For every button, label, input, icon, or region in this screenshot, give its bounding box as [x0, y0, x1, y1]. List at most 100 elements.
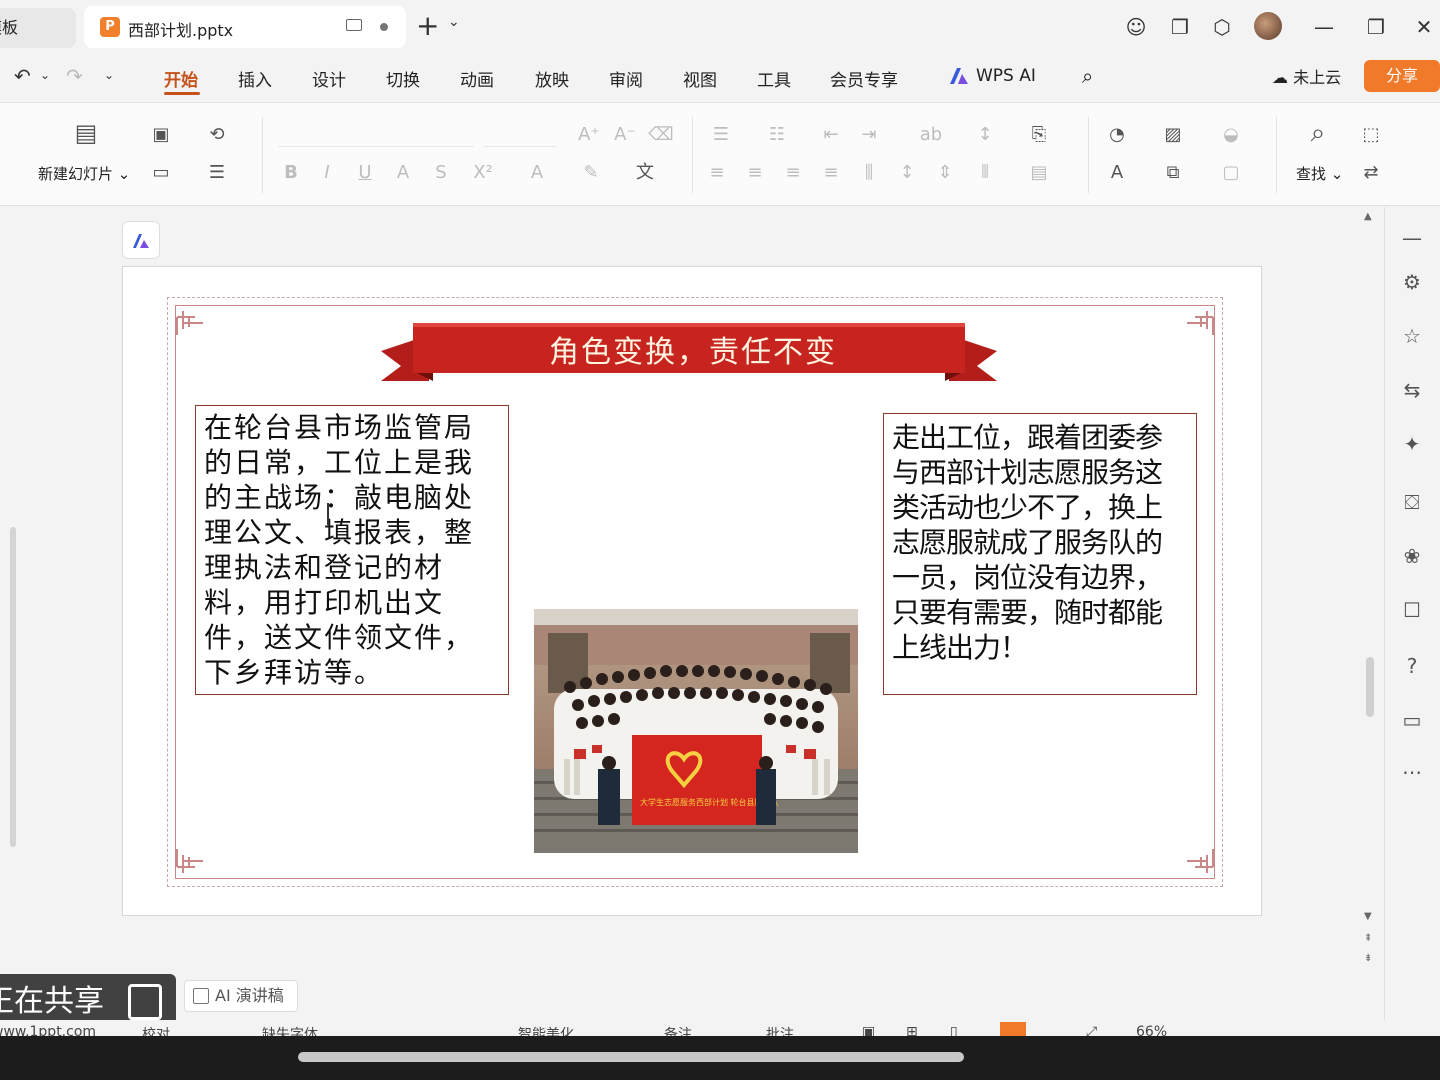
justify-icon[interactable]: ≡ — [818, 161, 844, 185]
sort-icon[interactable]: ↕ — [972, 123, 998, 147]
layout-icon[interactable]: ▣ — [148, 123, 174, 147]
line-spacing-icon[interactable]: ↕ — [894, 161, 920, 185]
align-center-icon[interactable]: ≡ — [742, 161, 768, 185]
comments-button[interactable]: 批注 — [766, 1024, 794, 1036]
left-textbox[interactable]: 在轮台县市场监管局的日常，工位上是我的主战场：敲电脑处理公文、填报表，整理执法和… — [195, 405, 509, 695]
menu-member[interactable]: 会员专享 — [830, 66, 898, 91]
slide-title[interactable]: 角色变换，责任不变 — [413, 327, 973, 371]
shirt-icon[interactable]: ⛋ — [1399, 489, 1425, 515]
grid-view-icon[interactable]: ⊞ — [906, 1024, 918, 1036]
replace-icon[interactable]: ⇄ — [1358, 161, 1384, 185]
outline-icon[interactable]: ▢ — [1218, 161, 1244, 185]
tab-document[interactable]: P 西部计划.pptx — [84, 6, 406, 48]
restore-icon[interactable]: ❐ — [1362, 12, 1390, 42]
arrange-objects-icon[interactable]: ⧉ — [1160, 161, 1186, 185]
normal-view-icon[interactable]: ▣ — [862, 1024, 875, 1036]
undo-dropdown-icon[interactable]: ⌄ — [40, 68, 50, 82]
prev-slide-icon[interactable]: ⇞ — [1364, 933, 1372, 944]
chevron-down-icon[interactable]: ⌄ — [448, 14, 460, 30]
distribute-icon[interactable]: ⫼ — [856, 161, 882, 185]
brain-icon[interactable]: ❀ — [1399, 543, 1425, 569]
new-tab-button[interactable]: + — [416, 8, 439, 44]
phonetic-icon[interactable]: 文 — [632, 161, 658, 185]
menu-design[interactable]: 设计 — [312, 66, 346, 91]
more-icon[interactable]: ⋯ — [1399, 759, 1425, 785]
reading-view-icon[interactable]: ▯ — [950, 1024, 958, 1036]
ai-notes-button[interactable]: AI 演讲稿 — [184, 980, 298, 1012]
convert-icon[interactable]: ⎘ — [1026, 123, 1052, 147]
right-textbox[interactable]: 走出工位，跟着团委参与西部计划志愿服务这类活动也少不了，换上志愿服就成了服务队的… — [883, 413, 1197, 695]
scroll-down-icon[interactable]: ▼ — [1364, 911, 1372, 922]
font-size-select[interactable] — [484, 125, 556, 147]
text-direction-icon[interactable]: ab — [918, 123, 944, 147]
columns-icon[interactable]: ⫴ — [972, 161, 998, 185]
select-icon[interactable]: ⬚ — [1358, 123, 1384, 147]
decrease-font-icon[interactable]: A⁻ — [612, 123, 638, 147]
home-indicator[interactable] — [298, 1052, 964, 1062]
search-icon[interactable]: ⌕ — [1082, 64, 1093, 88]
tab-templates[interactable]: 模板 — [0, 8, 76, 48]
search-icon[interactable]: ⌕ — [1302, 120, 1334, 153]
proofread-button[interactable]: 校对 — [142, 1024, 170, 1036]
highlight-icon[interactable]: ✎ — [578, 161, 604, 185]
menu-insert[interactable]: 插入 — [238, 66, 272, 91]
align-right-icon[interactable]: ≡ — [780, 161, 806, 185]
collapse-icon[interactable]: — — [1399, 225, 1425, 251]
paragraph-spacing-icon[interactable]: ⇕ — [932, 161, 958, 185]
increase-font-icon[interactable]: A⁺ — [576, 123, 602, 147]
magic-wand-icon[interactable]: ✦ — [1399, 431, 1425, 457]
fill-icon[interactable]: ◒ — [1218, 123, 1244, 147]
reset-icon[interactable]: ⟲ — [204, 123, 230, 147]
textbox-icon[interactable]: A — [1104, 161, 1130, 185]
minimize-icon[interactable]: — — [1310, 12, 1338, 42]
share-button[interactable]: 分享 — [1364, 60, 1440, 92]
vertical-scrollbar[interactable] — [1366, 657, 1374, 717]
picture-icon[interactable]: ▨ — [1160, 123, 1186, 147]
text-box-align-icon[interactable]: ▤ — [1026, 161, 1052, 185]
clear-format-icon[interactable]: ⌫ — [648, 123, 674, 147]
fit-icon[interactable]: ⤢ — [1086, 1024, 1097, 1036]
indent-icon[interactable]: ⇥ — [856, 123, 882, 147]
transfer-icon[interactable]: ⇆ — [1399, 377, 1425, 403]
group-photo[interactable]: 大学生志愿服务西部计划 轮台县服务队 — [534, 609, 858, 853]
superscript-icon[interactable]: X² — [470, 161, 496, 185]
bold-icon[interactable]: B — [278, 161, 304, 185]
outdent-icon[interactable]: ⇤ — [818, 123, 844, 147]
menu-tools[interactable]: 工具 — [757, 66, 791, 91]
avatar[interactable] — [1254, 12, 1282, 40]
shadow-icon[interactable]: S — [428, 161, 454, 185]
window-icon[interactable]: ❐ — [1166, 12, 1194, 42]
new-slide-icon[interactable]: ▤ — [70, 121, 102, 153]
scroll-up-icon[interactable]: ▲ — [1364, 211, 1372, 222]
menu-view[interactable]: 视图 — [683, 66, 717, 91]
adjust-icon[interactable]: ⚙ — [1399, 269, 1425, 295]
section-icon[interactable]: ▭ — [148, 161, 174, 185]
arrange-icon[interactable]: ☰ — [204, 161, 230, 185]
align-left-icon[interactable]: ≡ — [704, 161, 730, 185]
shapes-icon[interactable]: ◔ — [1104, 123, 1130, 147]
menu-review[interactable]: 审阅 — [609, 66, 643, 91]
monitor-icon[interactable] — [346, 19, 362, 31]
italic-icon[interactable]: I — [314, 161, 340, 185]
help-icon[interactable]: ? — [1399, 653, 1425, 679]
star-icon[interactable]: ☆ — [1399, 323, 1425, 349]
zoom-level[interactable]: 66% — [1136, 1024, 1167, 1036]
thumbnail-scrollbar[interactable] — [10, 527, 16, 847]
font-color-icon[interactable]: A — [524, 161, 550, 185]
close-icon[interactable]: ✕ — [1410, 12, 1438, 42]
menu-animations[interactable]: 动画 — [460, 66, 494, 91]
menu-transitions[interactable]: 切换 — [386, 66, 420, 91]
font-family-select[interactable] — [278, 125, 474, 147]
play-button[interactable] — [1000, 1022, 1026, 1036]
bullets-icon[interactable]: ☰ — [708, 123, 734, 147]
comment-icon[interactable]: ▭ — [1399, 707, 1425, 733]
cube-icon[interactable]: ⬡ — [1208, 12, 1236, 42]
redo-icon[interactable]: ↷ — [66, 64, 83, 88]
next-slide-icon[interactable]: ⇟ — [1364, 953, 1372, 964]
undo-icon[interactable]: ↶ — [14, 64, 31, 88]
underline-icon[interactable]: U — [352, 161, 378, 185]
robot-icon[interactable]: ☺ — [1122, 12, 1150, 42]
cloud-button[interactable]: ☁ 未上云 — [1272, 64, 1341, 88]
wps-ai-float-button[interactable] — [122, 221, 160, 259]
menu-slideshow[interactable]: 放映 — [535, 66, 569, 91]
